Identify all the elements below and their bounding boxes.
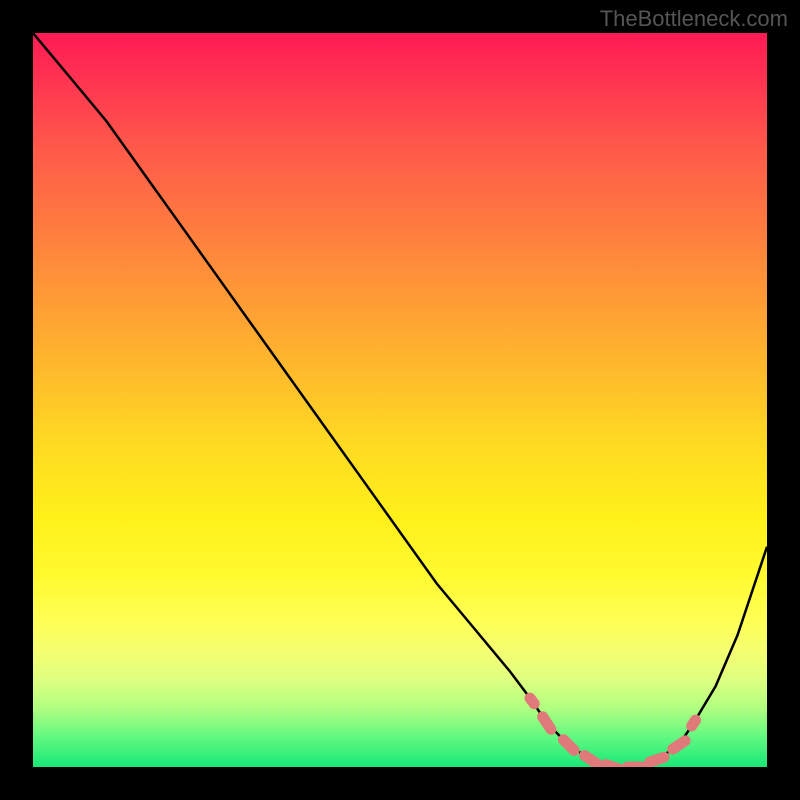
marker-point: [684, 712, 703, 733]
chart-plot-area: [33, 33, 767, 767]
marker-point: [556, 732, 582, 758]
marker-point: [622, 762, 648, 768]
marker-point: [665, 733, 693, 757]
bottleneck-curve-svg: [33, 33, 767, 767]
bottleneck-curve-line: [33, 33, 767, 767]
marker-point: [643, 750, 671, 767]
marker-points-group: [522, 690, 703, 767]
marker-point: [535, 709, 559, 737]
watermark-text: TheBottleneck.com: [600, 6, 788, 32]
